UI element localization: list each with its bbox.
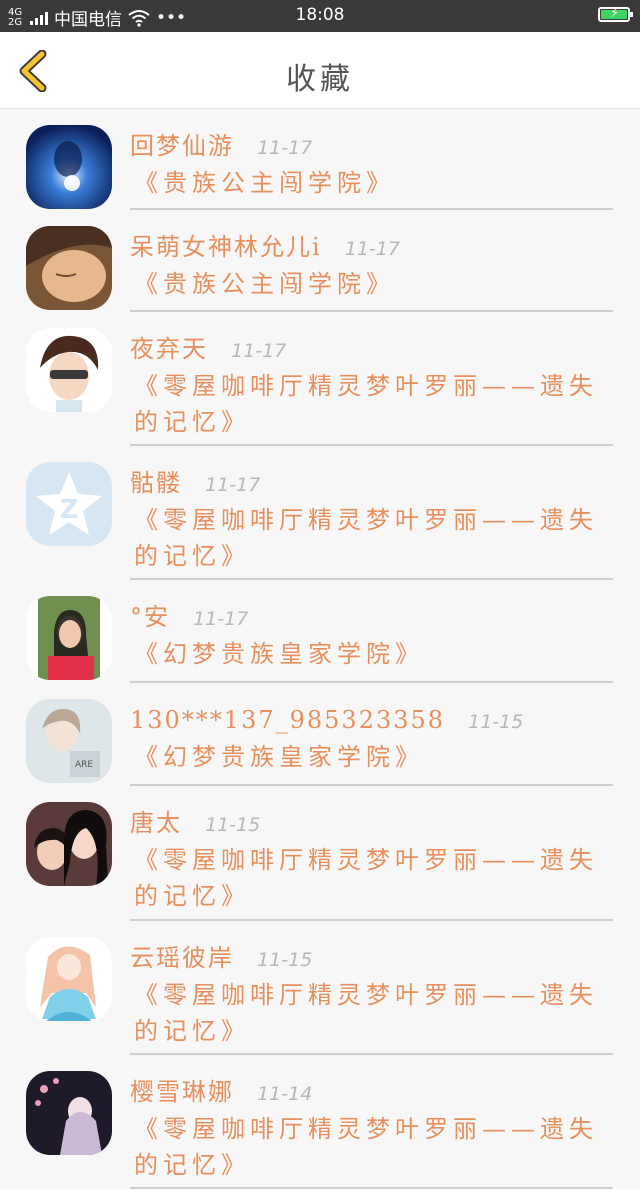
date-label: 11-15 [257,949,313,971]
date-label: 11-17 [344,238,400,260]
user-name[interactable]: 樱雪琳娜 [130,1078,234,1106]
date-label: 11-14 [257,1083,313,1105]
user-name[interactable]: °安 [130,603,170,631]
list-item[interactable]: ARE 130***137_985323358 11-15 《幻梦贵族皇家学院》 [0,683,640,786]
avatar[interactable] [26,226,112,310]
book-title[interactable]: 《零屋咖啡厅精灵梦叶罗丽——遗失的记忆》 [130,502,613,574]
list-item[interactable]: 呆萌女神林允儿i 11-17 《贵族公主闯学院》 [0,210,640,312]
avatar[interactable] [26,328,112,412]
battery-icon: ⚡ [598,6,633,22]
list-item[interactable]: 回梦仙游 11-17 《贵族公主闯学院》 [0,109,640,210]
avatar[interactable] [26,1071,112,1155]
user-name[interactable]: 呆萌女神林允儿i [130,233,322,261]
avatar[interactable] [26,125,112,209]
favorites-list: 回梦仙游 11-17 《贵族公主闯学院》 呆萌女神林允儿i 11-17 《贵族公… [0,109,640,1189]
date-label: 11-17 [257,137,313,159]
list-item[interactable]: 唐太 11-15 《零屋咖啡厅精灵梦叶罗丽——遗失的记忆》 [0,786,640,921]
list-item[interactable]: 云瑶彼岸 11-15 《零屋咖啡厅精灵梦叶罗丽——遗失的记忆》 [0,921,640,1055]
avatar[interactable] [26,937,112,1021]
avatar[interactable] [26,802,112,886]
book-title[interactable]: 《零屋咖啡厅精灵梦叶罗丽——遗失的记忆》 [130,842,613,914]
user-name[interactable]: 云瑶彼岸 [130,944,234,972]
page-title: 收藏 [286,62,354,97]
avatar[interactable]: ARE [26,699,112,783]
list-item[interactable]: 夜弃天 11-17 《零屋咖啡厅精灵梦叶罗丽——遗失的记忆》 [0,312,640,446]
clock: 18:08 [295,5,345,25]
user-name[interactable]: 130***137_985323358 [130,706,445,734]
date-label: 11-15 [468,711,524,733]
date-label: 11-17 [231,340,287,362]
list-item[interactable]: °安 11-17 《幻梦贵族皇家学院》 [0,580,640,683]
book-title[interactable]: 《零屋咖啡厅精灵梦叶罗丽——遗失的记忆》 [130,368,613,440]
book-title[interactable]: 《幻梦贵族皇家学院》 [130,636,613,672]
date-label: 11-17 [193,608,249,630]
book-title[interactable]: 《零屋咖啡厅精灵梦叶罗丽——遗失的记忆》 [130,977,613,1049]
svg-text:Z: Z [60,495,79,525]
book-title[interactable]: 《贵族公主闯学院》 [130,165,613,201]
user-name[interactable]: 唐太 [130,809,182,837]
date-label: 11-15 [205,814,261,836]
user-name[interactable]: 回梦仙游 [130,132,234,160]
svg-text:ARE: ARE [75,760,93,770]
book-title[interactable]: 《幻梦贵族皇家学院》 [130,739,613,775]
list-item[interactable]: 樱雪琳娜 11-14 《零屋咖啡厅精灵梦叶罗丽——遗失的记忆》 [0,1055,640,1189]
book-title[interactable]: 《贵族公主闯学院》 [130,266,613,302]
avatar[interactable]: Z [26,462,112,546]
book-title[interactable]: 《零屋咖啡厅精灵梦叶罗丽——遗失的记忆》 [130,1111,613,1183]
status-bar: 4G 2G 中国电信 ••• 18:08 ⚡ [0,0,640,32]
user-name[interactable]: 夜弃天 [130,335,208,363]
date-label: 11-17 [205,474,261,496]
list-item[interactable]: Z 骷髅 11-17 《零屋咖啡厅精灵梦叶罗丽——遗失的记忆》 [0,446,640,580]
user-name[interactable]: 骷髅 [130,469,182,497]
header-bar: 收藏 [0,32,640,109]
avatar[interactable] [26,596,112,680]
